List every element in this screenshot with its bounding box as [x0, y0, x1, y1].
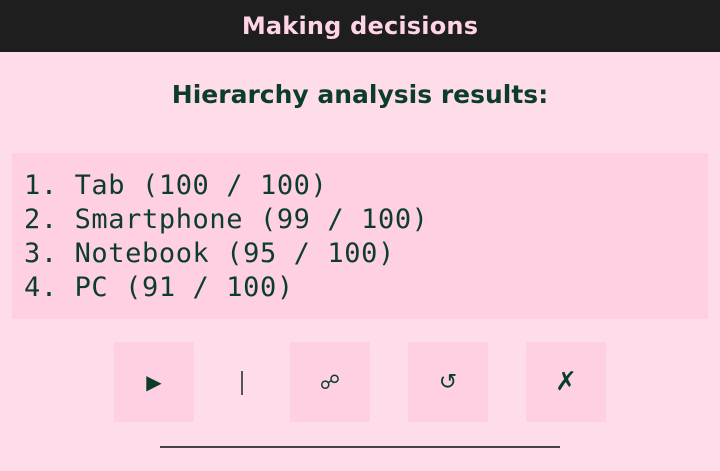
results-heading: Hierarchy analysis results: [171, 80, 549, 109]
link-button[interactable]: ☍ [290, 342, 370, 422]
play-icon: ▶ [146, 370, 162, 394]
app-title: Making decisions [241, 12, 479, 40]
link-icon: ☍ [319, 370, 341, 394]
result-item-2: 2. Smartphone (99 / 100) [24, 204, 429, 235]
bottom-toolbar: ▶ ☍ ↺ ✗ [0, 342, 720, 422]
result-item-4: 4. PC (91 / 100) [24, 272, 294, 303]
toolbar-separator [241, 371, 243, 395]
close-icon: ✗ [555, 367, 577, 397]
results-panel: 1. Tab (100 / 100) 2. Smartphone (99 / 1… [12, 153, 708, 319]
play-button[interactable]: ▶ [114, 342, 194, 422]
close-button[interactable]: ✗ [526, 342, 606, 422]
bottom-divider [160, 446, 560, 448]
result-item-3: 3. Notebook (95 / 100) [24, 238, 395, 269]
reset-icon: ↺ [438, 369, 458, 395]
result-item-1: 1. Tab (100 / 100) [24, 170, 328, 201]
title-bar: Making decisions [0, 0, 720, 52]
reset-button[interactable]: ↺ [408, 342, 488, 422]
